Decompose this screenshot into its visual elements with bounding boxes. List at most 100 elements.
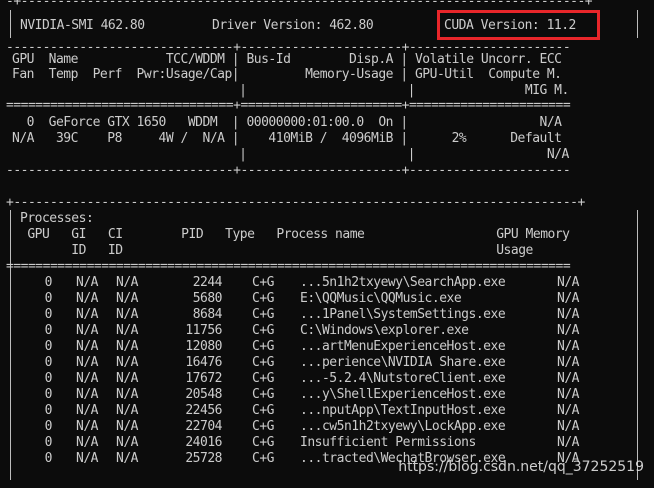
- process-mem: N/A: [557, 339, 579, 354]
- top-border: -+--------------------------------------…: [6, 0, 593, 9]
- process-mem: N/A: [557, 307, 579, 322]
- process-ci: N/A: [116, 339, 138, 354]
- gpu-row-2: N/A 39C P8 4W / N/A | 410MiB / 4096MiB |…: [12, 131, 562, 146]
- process-ci: N/A: [116, 371, 138, 386]
- process-mem: N/A: [557, 371, 579, 386]
- process-gpu: 0: [44, 307, 53, 322]
- process-gi: N/A: [76, 387, 98, 402]
- process-pid: 11756: [185, 323, 222, 338]
- process-name: ...-5.2.4\NutstoreClient.exe: [300, 371, 506, 386]
- process-pid: 25728: [185, 451, 222, 466]
- gpu-table-head-2: Fan Temp Perf Pwr:Usage/Cap| Memory-Usag…: [12, 67, 562, 82]
- process-gpu: 0: [44, 387, 53, 402]
- right-border: [637, 10, 638, 38]
- left-border: [10, 10, 11, 38]
- process-type: C+G: [252, 339, 274, 354]
- processes-top-sep: +---------------------------------------…: [6, 195, 585, 210]
- process-ci: N/A: [116, 323, 138, 338]
- process-gi: N/A: [76, 435, 98, 450]
- process-name: ...nputApp\TextInputHost.exe: [300, 403, 506, 418]
- process-ci: N/A: [116, 387, 138, 402]
- process-ci: N/A: [116, 435, 138, 450]
- process-ci: N/A: [116, 419, 138, 434]
- processes-left-border: [10, 210, 11, 480]
- watermark: https://blog.csdn.net/qq_37252519: [398, 459, 644, 475]
- process-mem: N/A: [557, 323, 579, 338]
- process-ci: N/A: [116, 291, 138, 306]
- process-gpu: 0: [44, 339, 53, 354]
- process-mem: N/A: [557, 419, 579, 434]
- process-gpu: 0: [44, 371, 53, 386]
- gpu-table-double-sep: ===============================+========…: [6, 98, 571, 113]
- process-gi: N/A: [76, 355, 98, 370]
- gpu-row-3: | | N/A: [12, 147, 569, 162]
- process-pid: 2244: [192, 275, 223, 290]
- process-pid: 16476: [185, 355, 222, 370]
- process-pid: 22704: [185, 419, 222, 434]
- process-type: C+G: [252, 371, 274, 386]
- process-ci: N/A: [116, 355, 138, 370]
- process-gi: N/A: [76, 291, 98, 306]
- process-gpu: 0: [44, 451, 53, 466]
- process-gpu: 0: [44, 419, 53, 434]
- process-mem: N/A: [557, 403, 579, 418]
- process-mem: N/A: [557, 291, 579, 306]
- process-ci: N/A: [116, 307, 138, 322]
- process-pid: 20548: [185, 387, 222, 402]
- process-name: ...5n1h2txyewy\SearchApp.exe: [300, 275, 506, 290]
- process-gpu: 0: [44, 403, 53, 418]
- processes-title: Processes:: [20, 211, 94, 226]
- process-type: C+G: [252, 275, 274, 290]
- process-type: C+G: [252, 419, 274, 434]
- process-gi: N/A: [76, 339, 98, 354]
- process-pid: 8684: [192, 307, 223, 322]
- driver-version: Driver Version: 462.80: [212, 18, 374, 33]
- process-mem: N/A: [557, 387, 579, 402]
- process-name: ...artMenuExperienceHost.exe: [300, 339, 506, 354]
- processes-double-sep: ========================================…: [6, 259, 571, 274]
- process-gi: N/A: [76, 403, 98, 418]
- process-name: E:\QQMusic\QQMusic.exe: [300, 291, 462, 306]
- process-name: ...1Panel\SystemSettings.exe: [300, 307, 506, 322]
- process-mem: N/A: [557, 355, 579, 370]
- gpu-table-head-1: GPU Name TCC/WDDM | Bus-Id Disp.A | Vola…: [12, 52, 562, 67]
- process-pid: 12080: [185, 339, 222, 354]
- process-mem: N/A: [557, 435, 579, 450]
- process-gi: N/A: [76, 275, 98, 290]
- process-gi: N/A: [76, 323, 98, 338]
- process-mem: N/A: [557, 275, 579, 290]
- process-pid: 5680: [192, 291, 223, 306]
- gpu-table-head-3: | | MIG M.: [12, 83, 569, 98]
- process-name: ...cw5n1h2txyewy\LockApp.exe: [300, 419, 506, 434]
- process-type: C+G: [252, 323, 274, 338]
- process-pid: 17672: [185, 371, 222, 386]
- process-gi: N/A: [76, 307, 98, 322]
- process-type: C+G: [252, 307, 274, 322]
- process-type: C+G: [252, 451, 274, 466]
- process-gi: N/A: [76, 451, 98, 466]
- process-gpu: 0: [44, 275, 53, 290]
- process-type: C+G: [252, 355, 274, 370]
- process-ci: N/A: [116, 275, 138, 290]
- process-pid: 24016: [185, 435, 222, 450]
- process-name: C:\Windows\explorer.exe: [300, 323, 469, 338]
- processes-head-2: ID ID Usage: [20, 243, 533, 258]
- gpu-table-bottom-sep: -------------------------------+--------…: [6, 163, 571, 178]
- process-type: C+G: [252, 403, 274, 418]
- smi-version: NVIDIA-SMI 462.80: [20, 18, 145, 33]
- process-name: ...y\ShellExperienceHost.exe: [300, 387, 506, 402]
- processes-head-1: GPU GI CI PID Type Process name GPU Memo…: [20, 227, 570, 242]
- process-type: C+G: [252, 435, 274, 450]
- process-gpu: 0: [44, 323, 53, 338]
- process-gpu: 0: [44, 435, 53, 450]
- gpu-row-1: 0 GeForce GTX 1650 WDDM | 00000000:01:00…: [12, 115, 562, 130]
- processes-right-border: [637, 210, 638, 480]
- process-pid: 22456: [185, 403, 222, 418]
- process-type: C+G: [252, 387, 274, 402]
- cuda-version-highlight: [437, 10, 600, 40]
- process-gpu: 0: [44, 291, 53, 306]
- process-gi: N/A: [76, 371, 98, 386]
- process-ci: N/A: [116, 451, 138, 466]
- process-name: Insufficient Permissions: [300, 435, 476, 450]
- process-name: ...perience\NVIDIA Share.exe: [300, 355, 506, 370]
